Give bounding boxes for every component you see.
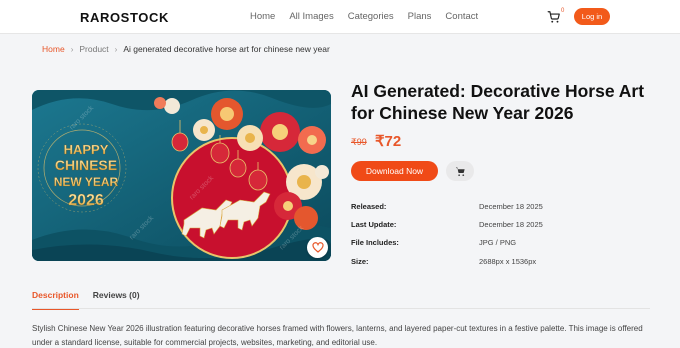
sale-price: ₹72 [375,133,402,150]
spec-released-value: December 18 2025 [479,202,543,211]
cart-icon [455,166,465,176]
spec-file-includes-label: File Includes: [351,238,399,247]
tab-reviews[interactable]: Reviews (0) [93,290,140,310]
hero-text-chinese: CHINESE [55,157,117,173]
product-image[interactable]: HAPPY CHINESE NEW YEAR 2026 raro stock r… [32,90,331,261]
heart-icon [311,242,324,253]
breadcrumb: Home › Product › Ai generated decorative… [42,44,330,54]
favorite-button[interactable] [307,237,328,258]
site-logo[interactable]: RAROSTOCK [80,10,169,25]
product-illustration: HAPPY CHINESE NEW YEAR 2026 raro stock r… [32,90,331,261]
hero-text-new-year: NEW YEAR [54,175,119,189]
page: RAROSTOCK Home All Images Categories Pla… [0,0,680,348]
chevron-right-icon: › [70,44,74,54]
original-price: ₹99 [351,137,367,147]
breadcrumb-product[interactable]: Product [79,44,108,54]
cart-icon[interactable] [547,10,561,24]
product-tabs: Description Reviews (0) [32,290,140,310]
nav-categories[interactable]: Categories [348,11,394,22]
spec-last-update-value: December 18 2025 [479,220,543,229]
tab-divider [32,308,650,309]
chevron-right-icon: › [114,44,118,54]
spec-size-label: Size: [351,257,369,266]
main-nav: Home All Images Categories Plans Contact [250,11,478,22]
product-title: AI Generated: Decorative Horse Art for C… [351,81,645,123]
spec-last-update-label: Last Update: [351,220,397,229]
breadcrumb-current: Ai generated decorative horse art for ch… [123,44,330,54]
tab-description[interactable]: Description [32,290,79,310]
nav-all-images[interactable]: All Images [289,11,333,22]
nav-plans[interactable]: Plans [408,11,432,22]
login-button[interactable]: Log in [574,8,610,25]
nav-contact[interactable]: Contact [445,11,478,22]
nav-home[interactable]: Home [250,11,275,22]
hero-text-year: 2026 [68,192,104,209]
spec-size-value: 2688px x 1536px [479,257,537,266]
hero-text-happy: HAPPY [64,142,109,157]
spec-released-label: Released: [351,202,387,211]
download-now-button[interactable]: Download Now [351,161,438,181]
product-description: Stylish Chinese New Year 2026 illustrati… [32,324,643,347]
add-to-cart-button[interactable] [446,161,474,181]
breadcrumb-home[interactable]: Home [42,44,65,54]
cart-count-badge: 0 [561,8,565,14]
spec-file-includes-value: JPG / PNG [479,238,517,247]
top-header: RAROSTOCK Home All Images Categories Pla… [0,0,680,34]
